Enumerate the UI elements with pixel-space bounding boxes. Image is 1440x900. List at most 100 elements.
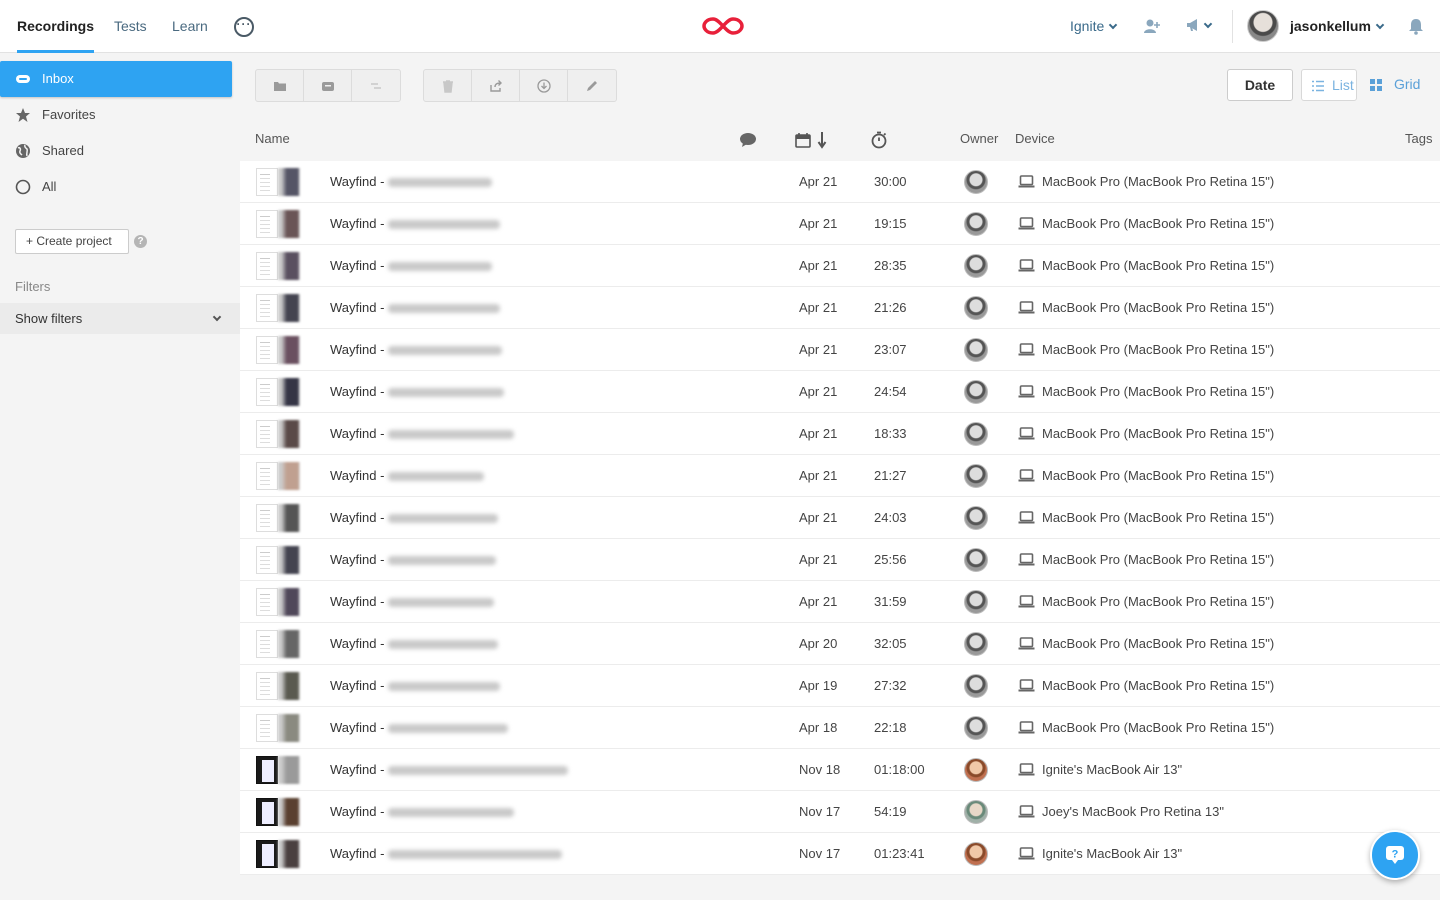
owner-avatar	[964, 590, 988, 614]
sort-by-date-column[interactable]	[795, 131, 829, 149]
team-selector[interactable]: Ignite	[1070, 0, 1118, 53]
table-row[interactable]: Wayfind - Apr 20 32:05 MacBook Pro (MacBook…	[240, 623, 1440, 665]
laptop-icon	[1018, 217, 1035, 230]
table-row[interactable]: Wayfind - Apr 21 18:33 MacBook Pro (MacBook…	[240, 413, 1440, 455]
recording-name[interactable]: Wayfind -	[330, 665, 501, 707]
recording-name[interactable]: Wayfind -	[330, 455, 485, 497]
recording-name[interactable]: Wayfind -	[330, 287, 501, 329]
owner-avatar	[964, 296, 988, 320]
move-to-folder-button[interactable]	[256, 70, 304, 101]
list-view-button[interactable]: List	[1301, 69, 1357, 101]
recording-name[interactable]: Wayfind -	[330, 497, 499, 539]
table-row[interactable]: Wayfind - Apr 21 25:56 MacBook Pro (MacBook…	[240, 539, 1440, 581]
recording-device: MacBook Pro (MacBook Pro Retina 15")	[1018, 245, 1274, 287]
sidebar-item-inbox[interactable]: Inbox	[0, 61, 232, 97]
redacted-text	[388, 430, 515, 440]
recording-thumbnail[interactable]	[256, 378, 300, 406]
user-menu[interactable]: jasonkellum	[1290, 0, 1385, 53]
sidebar-item-favorites[interactable]: Favorites	[0, 97, 232, 133]
recording-name[interactable]: Wayfind -	[330, 245, 493, 287]
recording-thumbnail[interactable]	[256, 630, 300, 658]
column-device[interactable]: Device	[1015, 131, 1055, 146]
recording-thumbnail[interactable]	[256, 420, 300, 448]
table-row[interactable]: Wayfind - Apr 21 24:03 MacBook Pro (MacBook…	[240, 497, 1440, 539]
recording-name[interactable]: Wayfind -	[330, 371, 505, 413]
recording-name[interactable]: Wayfind -	[330, 623, 499, 665]
recording-name[interactable]: Wayfind -	[330, 749, 569, 791]
redacted-text	[388, 262, 493, 272]
edit-button[interactable]	[568, 70, 616, 101]
table-row[interactable]: Wayfind - Apr 21 19:15 MacBook Pro (MacBook…	[240, 203, 1440, 245]
recording-name[interactable]: Wayfind -	[330, 413, 515, 455]
table-row[interactable]: Wayfind - Nov 18 01:18:00 Ignite's MacBook …	[240, 749, 1440, 791]
recording-thumbnail[interactable]	[256, 672, 300, 700]
recording-name-label: Wayfind -	[330, 678, 385, 693]
recording-thumbnail[interactable]	[256, 546, 300, 574]
help-chat-button[interactable]: ?	[1370, 830, 1420, 880]
recording-thumbnail[interactable]	[256, 336, 300, 364]
recording-thumbnail[interactable]	[256, 756, 300, 784]
more-icon[interactable]: ···	[234, 17, 254, 37]
recording-thumbnail[interactable]	[256, 168, 300, 196]
table-row[interactable]: Wayfind - Nov 17 01:23:41 Ignite's MacBook …	[240, 833, 1440, 875]
recording-name[interactable]: Wayfind -	[330, 707, 509, 749]
table-row[interactable]: Wayfind - Apr 21 21:27 MacBook Pro (MacBook…	[240, 455, 1440, 497]
table-row[interactable]: Wayfind - Apr 21 30:00 MacBook Pro (MacBook…	[240, 161, 1440, 203]
recording-name[interactable]: Wayfind -	[330, 329, 503, 371]
comment-icon[interactable]	[739, 132, 757, 148]
sidebar-item-shared[interactable]: Shared	[0, 133, 232, 169]
recording-name[interactable]: Wayfind -	[330, 791, 515, 833]
show-filters-toggle[interactable]: Show filters	[0, 303, 240, 334]
recording-device: MacBook Pro (MacBook Pro Retina 15")	[1018, 413, 1274, 455]
recording-thumbnail[interactable]	[256, 840, 300, 868]
laptop-icon	[1018, 469, 1035, 482]
recording-device: MacBook Pro (MacBook Pro Retina 15")	[1018, 581, 1274, 623]
recording-name[interactable]: Wayfind -	[330, 161, 493, 203]
recording-duration: 30:00	[874, 174, 907, 189]
sort-date-button[interactable]: Date	[1227, 69, 1293, 101]
create-project-button[interactable]: + Create project	[15, 229, 129, 254]
stopwatch-icon[interactable]	[870, 131, 888, 149]
table-row[interactable]: Wayfind - Apr 21 23:07 MacBook Pro (MacBook…	[240, 329, 1440, 371]
recording-thumbnail[interactable]	[256, 210, 300, 238]
table-row[interactable]: Wayfind - Apr 21 21:26 MacBook Pro (MacBook…	[240, 287, 1440, 329]
recording-name[interactable]: Wayfind -	[330, 833, 563, 875]
table-row[interactable]: Wayfind - Apr 21 28:35 MacBook Pro (MacBook…	[240, 245, 1440, 287]
recording-name[interactable]: Wayfind -	[330, 581, 495, 623]
chevron-down-icon	[1375, 20, 1385, 30]
recording-thumbnail[interactable]	[256, 462, 300, 490]
table-row[interactable]: Wayfind - Apr 21 31:59 MacBook Pro (MacBook…	[240, 581, 1440, 623]
column-tags[interactable]: Tags	[1405, 131, 1432, 146]
add-user-icon[interactable]	[1143, 17, 1161, 35]
share-button[interactable]	[472, 70, 520, 101]
avatar[interactable]	[1247, 10, 1279, 42]
sidebar-item-all[interactable]: All	[0, 169, 232, 205]
delete-button[interactable]	[424, 70, 472, 101]
recording-device: Joey's MacBook Pro Retina 13"	[1018, 791, 1224, 833]
archive-button[interactable]	[304, 70, 352, 101]
recording-thumbnail[interactable]	[256, 504, 300, 532]
recording-duration: 31:59	[874, 594, 907, 609]
table-row[interactable]: Wayfind - Apr 19 27:32 MacBook Pro (MacBook…	[240, 665, 1440, 707]
recording-thumbnail[interactable]	[256, 798, 300, 826]
recording-thumbnail[interactable]	[256, 588, 300, 616]
tab-learn[interactable]: Learn	[172, 0, 208, 53]
column-owner[interactable]: Owner	[960, 131, 998, 146]
merge-button[interactable]	[352, 70, 400, 101]
recording-thumbnail[interactable]	[256, 714, 300, 742]
download-button[interactable]	[520, 70, 568, 101]
recording-thumbnail[interactable]	[256, 294, 300, 322]
tab-recordings[interactable]: Recordings	[17, 0, 95, 53]
help-icon[interactable]: ?	[134, 235, 147, 248]
bell-icon[interactable]	[1407, 17, 1425, 35]
table-row[interactable]: Wayfind - Apr 18 22:18 MacBook Pro (MacBook…	[240, 707, 1440, 749]
table-row[interactable]: Wayfind - Nov 17 54:19 Joey's MacBook Pro R…	[240, 791, 1440, 833]
announcements-menu[interactable]	[1185, 17, 1219, 35]
recording-thumbnail[interactable]	[256, 252, 300, 280]
table-row[interactable]: Wayfind - Apr 21 24:54 MacBook Pro (MacBook…	[240, 371, 1440, 413]
tab-tests[interactable]: Tests	[114, 0, 147, 53]
column-name[interactable]: Name	[255, 131, 290, 146]
grid-view-button[interactable]: Grid	[1368, 69, 1428, 101]
recording-name[interactable]: Wayfind -	[330, 203, 501, 245]
recording-name[interactable]: Wayfind -	[330, 539, 497, 581]
